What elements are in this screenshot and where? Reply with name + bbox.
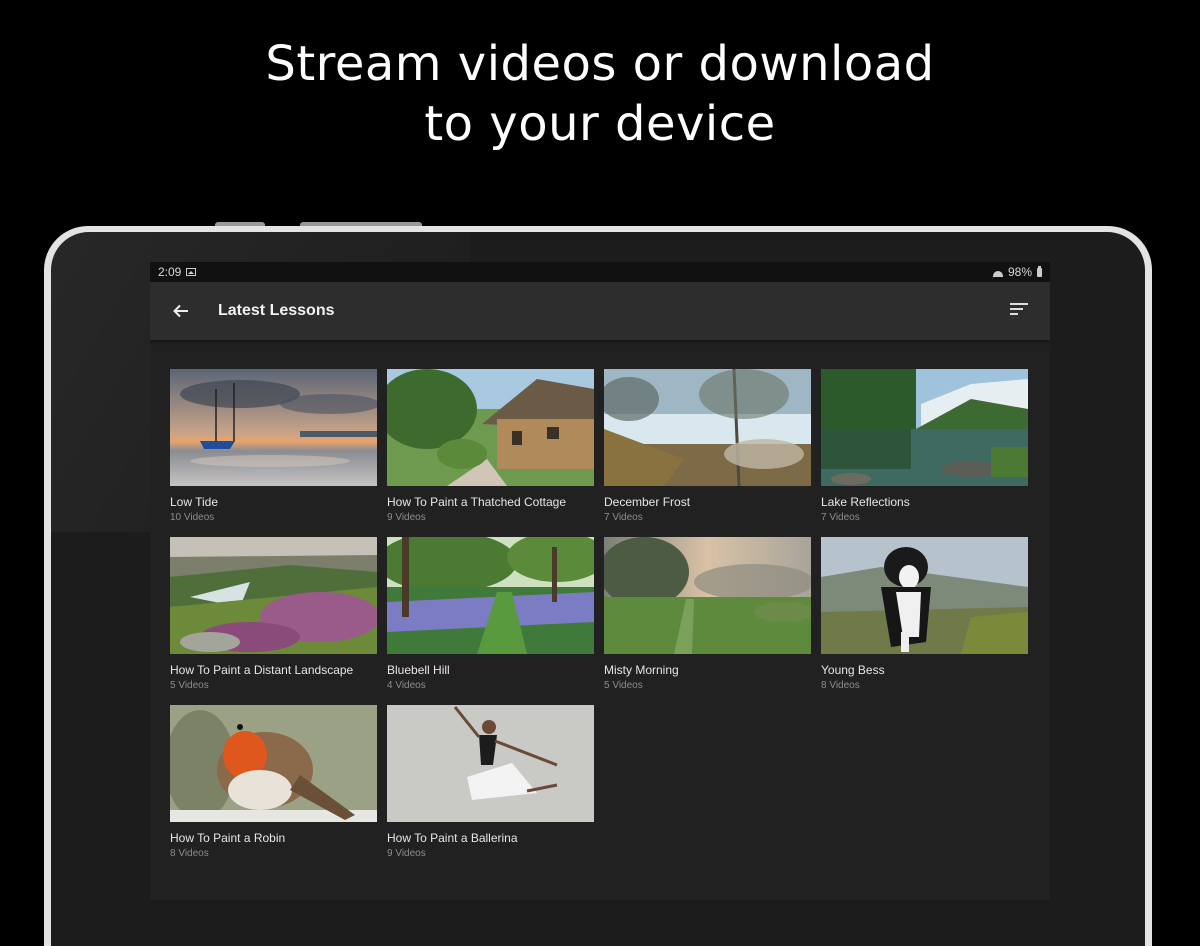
lesson-thumbnail (387, 705, 594, 822)
lesson-card[interactable]: Low Tide 10 Videos (170, 369, 377, 523)
battery-level: 98% (1007, 265, 1032, 279)
sort-button[interactable] (1008, 300, 1030, 322)
lesson-title: Low Tide (170, 495, 219, 509)
lesson-card[interactable]: Misty Morning 5 Videos (604, 537, 811, 691)
lesson-thumbnail (170, 369, 377, 486)
promo-headline-line1: Stream videos or download (265, 36, 935, 92)
lesson-title: December Frost (604, 495, 691, 509)
lesson-card[interactable]: Young Bess 8 Videos (821, 537, 1028, 691)
lesson-thumbnail (604, 369, 811, 486)
lesson-card[interactable]: December Frost 7 Videos (604, 369, 811, 523)
lesson-title: How To Paint a Thatched Cottage (387, 495, 567, 509)
lesson-video-count: 4 Videos (387, 680, 426, 691)
promo-headline-line2: to your device (424, 96, 776, 152)
promo-headline: Stream videos or download to your device (0, 34, 1200, 154)
wifi-icon (993, 268, 1003, 277)
lesson-thumbnail (604, 537, 811, 654)
lesson-video-count: 7 Videos (821, 512, 860, 523)
lesson-thumbnail (387, 369, 594, 486)
lesson-thumbnail (821, 537, 1028, 654)
lesson-video-count: 8 Videos (821, 680, 860, 691)
status-bar: 2:09 98% (150, 262, 1050, 282)
lesson-video-count: 5 Videos (604, 680, 643, 691)
lesson-card[interactable]: Bluebell Hill 4 Videos (387, 537, 594, 691)
lesson-title: How To Paint a Distant Landscape (170, 663, 354, 677)
lesson-thumbnail (170, 705, 377, 822)
lesson-video-count: 9 Videos (387, 848, 426, 859)
lesson-video-count: 5 Videos (170, 680, 209, 691)
lesson-thumbnail (821, 369, 1028, 486)
back-button[interactable] (170, 300, 192, 322)
lesson-card[interactable]: How To Paint a Thatched Cottage 9 Videos (387, 369, 594, 523)
lesson-title: How To Paint a Robin (170, 831, 286, 845)
arrow-left-icon (173, 304, 188, 318)
lesson-title: Young Bess (821, 663, 885, 677)
lesson-video-count: 8 Videos (170, 848, 209, 859)
lesson-thumbnail (387, 537, 594, 654)
lesson-card[interactable]: How To Paint a Ballerina 9 Videos (387, 705, 594, 859)
lesson-title: Misty Morning (604, 663, 679, 677)
lesson-title: How To Paint a Ballerina (387, 831, 518, 845)
page-title: Latest Lessons (218, 302, 335, 319)
lessons-grid: Low Tide 10 Videos How To Paint a Thatch… (170, 369, 1028, 859)
image-notification-icon (186, 268, 197, 276)
status-time: 2:09 (158, 265, 182, 279)
lesson-video-count: 9 Videos (387, 512, 426, 523)
app-screen: 2:09 98% Latest Lessons Low Tide 10 Vide… (150, 262, 1050, 900)
lesson-thumbnail (170, 537, 377, 654)
lesson-video-count: 10 Videos (170, 512, 215, 523)
sort-icon (1008, 303, 1030, 315)
battery-icon (1037, 265, 1042, 277)
lesson-card[interactable]: How To Paint a Robin 8 Videos (170, 705, 377, 859)
lesson-card[interactable]: Lake Reflections 7 Videos (821, 369, 1028, 523)
lesson-video-count: 7 Videos (604, 512, 643, 523)
lesson-card[interactable]: How To Paint a Distant Landscape 5 Video… (170, 537, 377, 691)
lesson-title: Bluebell Hill (387, 663, 450, 677)
lesson-title: Lake Reflections (821, 495, 910, 509)
app-bar: Latest Lessons (150, 282, 1050, 340)
